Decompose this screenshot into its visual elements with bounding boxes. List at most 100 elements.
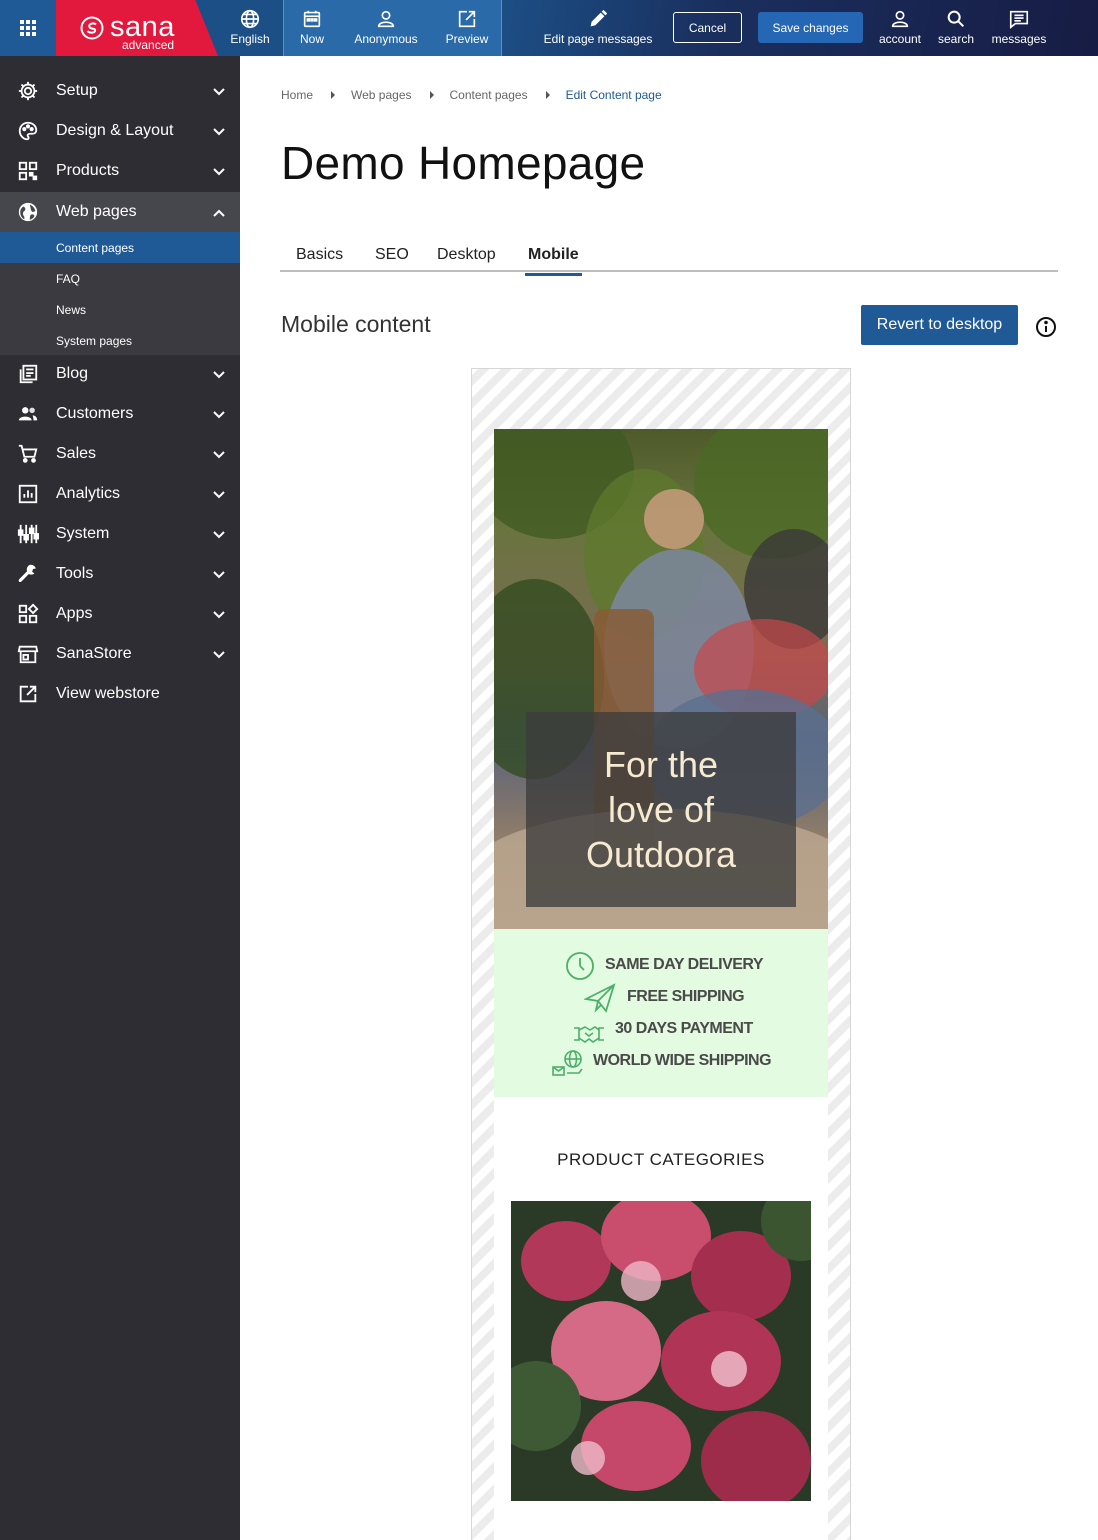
sidebar-item-label: Customers: [56, 405, 134, 422]
save-changes-button[interactable]: Save changes: [758, 12, 863, 43]
user-icon: [891, 10, 909, 28]
cancel-button[interactable]: Cancel: [673, 12, 742, 43]
benefit-same-day-delivery: SAME DAY DELIVERY: [605, 956, 764, 973]
preview-button[interactable]: Preview: [440, 0, 494, 56]
sidebar-item-label: Setup: [56, 82, 98, 99]
sidebar-item-label: Blog: [56, 365, 89, 382]
breadcrumb-separator-icon: [429, 91, 434, 99]
breadcrumb-separator-icon: [331, 91, 336, 99]
search-label: search: [937, 32, 975, 46]
cart-icon: [18, 444, 38, 463]
sidebar-item-analytics[interactable]: Analytics: [0, 474, 240, 514]
tab-seo[interactable]: SEO: [375, 246, 409, 272]
sidebar-item-label: Tools: [56, 565, 94, 582]
page-title: Demo Homepage: [281, 137, 646, 189]
sidebar-item-view-webstore[interactable]: View webstore: [0, 674, 240, 714]
sidebar-item-blog[interactable]: Blog: [0, 354, 240, 394]
benefits-block[interactable]: [494, 929, 828, 1097]
clock-icon: [566, 952, 594, 980]
sidebar-item-setup[interactable]: Setup: [0, 71, 240, 111]
apps-icon: [18, 603, 39, 624]
gear-icon: [18, 81, 38, 101]
sana-logo-icon: [80, 16, 104, 40]
chevron-down-icon: [213, 611, 225, 619]
product-categories-title: PRODUCT CATEGORIES: [557, 1150, 765, 1169]
sidebar: Setup Design & Layout Products Web pages…: [0, 56, 240, 1540]
edit-page-messages-label: Edit page messages: [543, 32, 653, 46]
sidebar-item-tools[interactable]: Tools: [0, 554, 240, 594]
sidebar-subitem-news[interactable]: News: [0, 294, 240, 325]
info-icon[interactable]: [1035, 316, 1057, 338]
breadcrumb-home[interactable]: Home: [281, 88, 313, 102]
sidebar-item-label: Products: [56, 162, 120, 179]
chevron-down-icon: [213, 651, 225, 659]
revert-to-desktop-button[interactable]: Revert to desktop: [861, 305, 1018, 345]
hero-headline-line: Outdoora: [585, 834, 737, 875]
sidebar-subitem-label: News: [56, 303, 87, 317]
sidebar-item-system[interactable]: System: [0, 514, 240, 554]
breadcrumb-content-pages[interactable]: Content pages: [450, 88, 528, 102]
message-icon: [1009, 10, 1029, 29]
sana-logo[interactable]: sana advanced: [56, 0, 218, 56]
visitor-selector[interactable]: Anonymous: [350, 0, 422, 56]
chevron-down-icon: [213, 411, 225, 419]
sidebar-subitem-content-pages[interactable]: Content pages: [0, 232, 240, 263]
qr-icon: [18, 161, 38, 181]
edit-page-messages-button[interactable]: Edit page messages: [540, 0, 656, 56]
logo-subtitle: advanced: [122, 38, 175, 52]
sidebar-subitem-system-pages[interactable]: System pages: [0, 325, 240, 356]
wrench-icon: [18, 564, 36, 583]
search-button[interactable]: search: [934, 0, 978, 56]
sidebar-item-web-pages[interactable]: Web pages: [0, 192, 240, 232]
chevron-down-icon: [213, 531, 225, 539]
messages-label: messages: [991, 32, 1047, 46]
sidebar-subitem-label: FAQ: [56, 272, 81, 286]
sidebar-item-sanastore[interactable]: SanaStore: [0, 634, 240, 674]
calendar-icon: [303, 10, 321, 28]
sidebar-item-label: View webstore: [56, 685, 160, 702]
hero-headline-line: For the: [603, 744, 719, 785]
sidebar-subitem-faq[interactable]: FAQ: [0, 263, 240, 294]
sidebar-item-sales[interactable]: Sales: [0, 434, 240, 474]
chevron-down-icon: [213, 128, 225, 136]
account-label: account: [878, 32, 922, 46]
sidebar-item-apps[interactable]: Apps: [0, 594, 240, 634]
date-selector[interactable]: Now: [290, 0, 334, 56]
tab-desktop[interactable]: Desktop: [437, 246, 496, 272]
tab-mobile[interactable]: Mobile: [525, 246, 582, 276]
benefit-world-wide-shipping: WORLD WIDE SHIPPING: [593, 1052, 772, 1069]
chart-icon: [18, 484, 38, 504]
account-button[interactable]: account: [874, 0, 926, 56]
breadcrumb: Home Web pages Content pages Edit Conten…: [281, 88, 662, 102]
user-icon: [377, 10, 395, 28]
breadcrumb-current: Edit Content page: [565, 88, 662, 102]
hero-headline: For the love of Outdoora: [526, 742, 796, 877]
sidebar-item-label: Analytics: [56, 485, 121, 502]
messages-button[interactable]: messages: [988, 0, 1050, 56]
app-launcher-button[interactable]: [0, 0, 56, 56]
web-pages-submenu: Content pages FAQ News System pages: [0, 232, 240, 355]
hero-headline-line: love of: [607, 789, 715, 830]
sidebar-item-products[interactable]: Products: [0, 151, 240, 191]
globe-icon: [18, 202, 38, 222]
sidebar-item-label: Web pages: [56, 203, 137, 220]
sidebar-item-design-layout[interactable]: Design & Layout: [0, 111, 240, 151]
language-selector[interactable]: English: [224, 0, 276, 56]
benefit-30-days-payment: 30 DAYS PAYMENT: [615, 1020, 753, 1037]
breadcrumb-web-pages[interactable]: Web pages: [351, 88, 412, 102]
benefit-free-shipping: FREE SHIPPING: [627, 988, 745, 1005]
tab-basics[interactable]: Basics: [296, 246, 343, 272]
globe-icon: [240, 9, 260, 29]
breadcrumb-separator-icon: [545, 91, 550, 99]
people-icon: [18, 407, 38, 421]
sidebar-item-label: Apps: [56, 605, 93, 622]
sidebar-item-label: Sales: [56, 445, 97, 462]
external-link-icon: [19, 685, 37, 703]
palette-icon: [18, 121, 38, 141]
product-category-image[interactable]: [511, 1201, 811, 1501]
blog-icon: [19, 364, 38, 384]
chevron-down-icon: [213, 371, 225, 379]
handshake-icon: [574, 1026, 604, 1043]
sidebar-item-customers[interactable]: Customers: [0, 394, 240, 434]
chevron-down-icon: [213, 451, 225, 459]
